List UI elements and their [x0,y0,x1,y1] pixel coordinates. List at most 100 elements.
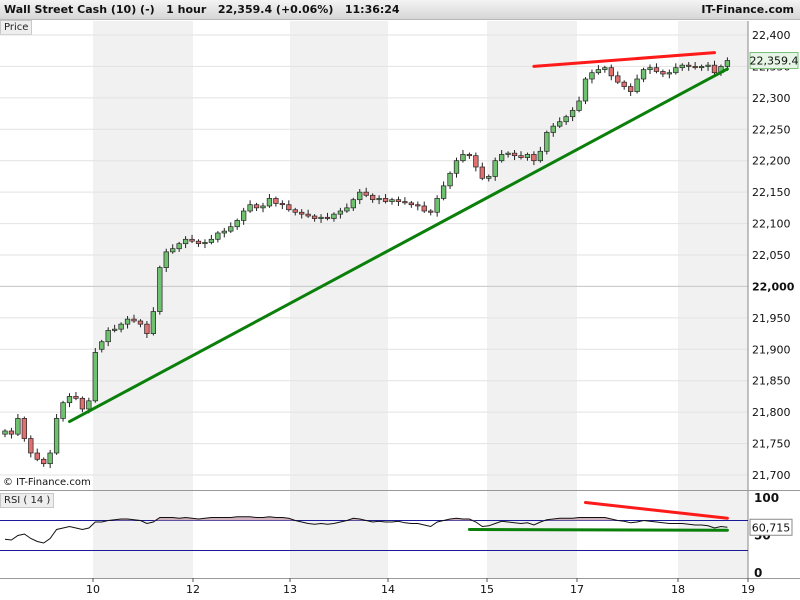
bull-candle [47,452,53,465]
bull-candle [724,60,731,67]
bull-candle [228,226,234,232]
bull-candle [247,204,253,212]
bull-candle [66,396,73,404]
day-shade [678,491,748,578]
bull-candle [589,72,595,80]
bull-candle [99,341,105,350]
bear-candle [370,194,376,201]
bear-candle [660,71,666,75]
x-tick-label: 13 [283,583,297,596]
bull-candle [215,232,221,240]
x-tick-label: 14 [381,583,395,596]
rsi-y-tick-label: 100 [754,491,779,505]
bull-candle [53,418,60,454]
price-chart: 21,700 21,750 21,800 21,850 21,900 21,950 22,0… [0,21,800,596]
bull-candle [337,210,344,215]
bull-candle [569,110,576,118]
bear-candle [324,216,331,219]
bull-candle [460,154,466,162]
bull-candle [331,213,337,219]
bull-candle [350,199,356,209]
rsi-support-trendline [467,528,729,532]
bull-candle [111,328,118,331]
bull-candle [595,69,602,74]
bull-candle [576,100,582,111]
bear-candle [28,438,34,454]
bear-candle [615,75,621,83]
rsi-last-value-label: 60,715 [752,521,791,534]
bull-candle [241,210,247,221]
bull-candle [544,132,550,152]
bear-candle [686,64,692,67]
x-tick-label: 10 [86,583,100,596]
bull-candle [202,242,208,245]
bull-candle [499,154,505,162]
bull-candle [647,67,653,70]
bull-candle [2,430,8,435]
bull-candle [182,238,189,245]
bull-candle [582,78,589,102]
bear-candle [511,152,518,157]
bear-candle [34,452,40,460]
bull-candle [447,172,453,187]
x-tick-label: 19 [741,583,755,596]
bull-candle [344,207,350,212]
x-tick-label: 17 [570,583,584,596]
price-y-tick-label: 22,200 [752,155,791,168]
bull-candle [150,311,157,334]
price-y-tick-label: 21,900 [752,343,791,356]
price-y-tick-label: 21,800 [752,406,791,419]
bull-candle [176,243,182,250]
bear-candle [292,209,298,213]
bull-candle [705,64,711,67]
bear-candle [8,430,15,435]
day-shade [487,491,577,578]
bull-candle [602,67,608,70]
bull-candle [234,220,240,228]
bear-candle [711,64,718,74]
bull-candle [524,154,531,158]
bull-candle [266,198,273,207]
bear-candle [73,396,79,399]
bull-candle [679,64,685,69]
bear-candle [415,204,421,207]
bull-candle [157,267,163,312]
x-tick-label: 12 [186,583,200,596]
last-price-label: 22,359.4 [750,55,799,68]
bull-candle [170,248,176,253]
x-tick-label: 18 [671,583,685,596]
bull-candle [563,116,569,123]
bear-candle [466,154,473,157]
bull-candle [434,198,440,213]
bull-candle [318,216,324,219]
bull-candle [640,69,647,80]
bull-candle [453,160,460,174]
bull-candle [118,323,124,330]
price-y-tick-label: 21,700 [752,469,791,482]
bear-candle [195,240,202,245]
bear-candle [189,238,195,242]
bull-candle [86,400,92,410]
bear-candle [21,418,27,439]
bear-candle [531,154,537,162]
bear-candle [627,86,634,92]
bull-candle [634,78,640,92]
price-y-tick-label: 22,000 [752,280,795,293]
bear-candle [428,210,434,213]
price-y-tick-label: 22,050 [752,249,791,262]
bull-candle [440,185,447,199]
bear-candle [363,191,369,196]
bear-candle [692,66,698,69]
price-y-tick-label: 21,750 [752,438,791,451]
bear-candle [608,67,614,77]
bull-candle [260,205,266,209]
bear-candle [41,458,47,465]
bear-candle [421,205,427,212]
bull-candle [124,318,131,325]
bear-candle [137,320,144,325]
rsi-y-tick-label: 0 [754,566,762,580]
bull-candle [673,67,679,74]
bull-candle [92,352,98,402]
price-y-tick-label: 21,850 [752,375,791,388]
x-tick-label: 15 [480,583,494,596]
